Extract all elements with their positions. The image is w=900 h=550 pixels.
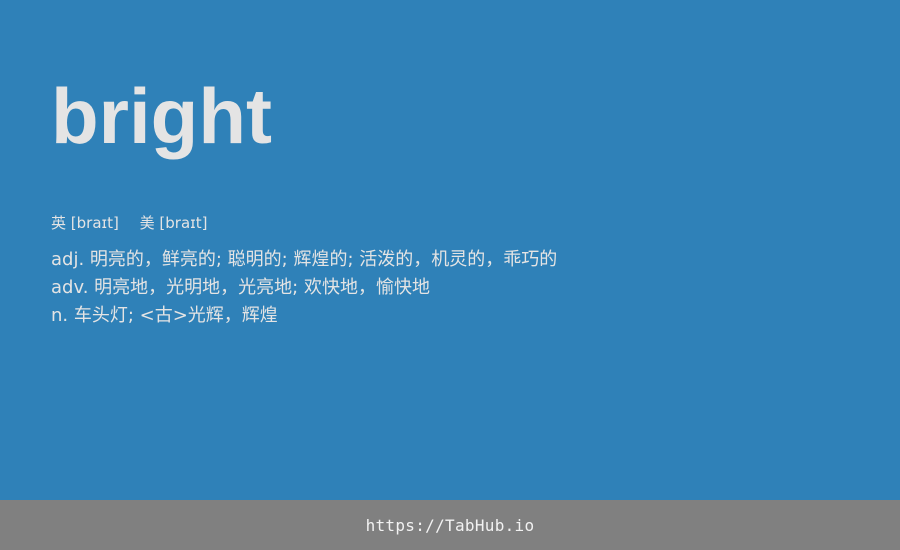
footer-bar: https://TabHub.io bbox=[0, 500, 900, 550]
tabhub-link[interactable]: https://TabHub.io bbox=[366, 516, 535, 535]
phonetic-uk: 英 [braɪt] bbox=[51, 213, 119, 233]
headword: bright bbox=[51, 72, 272, 160]
phonetic-uk-ipa: [braɪt] bbox=[70, 214, 119, 232]
phonetic-uk-region: 英 bbox=[51, 214, 67, 232]
definition-adj: adj. 明亮的，鲜亮的; 聪明的; 辉煌的; 活泼的，机灵的，乖巧的 bbox=[51, 249, 558, 270]
phonetic-us-region: 美 bbox=[139, 214, 155, 232]
definition-noun: n. 车头灯; <古>光辉，辉煌 bbox=[51, 305, 278, 326]
phonetic-us-ipa: [braɪt] bbox=[159, 214, 208, 232]
phonetics-row: 英 [braɪt] 美 [braɪt] bbox=[51, 213, 207, 233]
definition-adv: adv. 明亮地，光明地，光亮地; 欢快地，愉快地 bbox=[51, 277, 430, 298]
definitions-list: adj. 明亮的，鲜亮的; 聪明的; 辉煌的; 活泼的，机灵的，乖巧的 adv.… bbox=[51, 246, 557, 330]
phonetic-us: 美 [braɪt] bbox=[140, 213, 208, 233]
